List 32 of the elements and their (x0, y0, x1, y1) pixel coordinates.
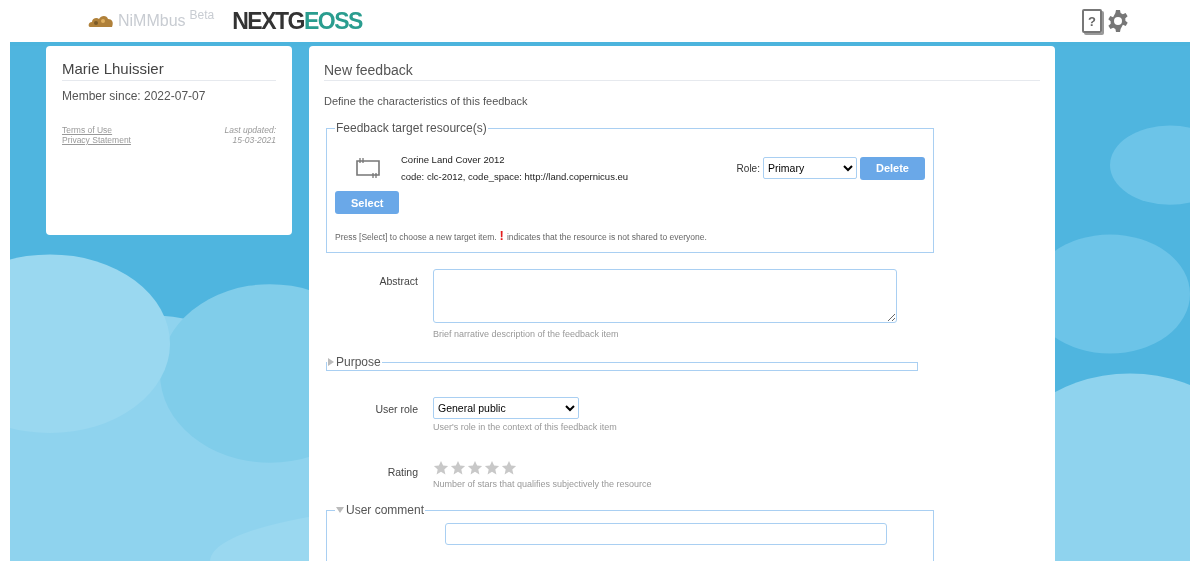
user-role-help: User's role in the context of this feedback item (433, 422, 618, 432)
note-text: Press [Select] to choose a new target item. (335, 232, 497, 242)
fieldset-legend[interactable]: Purpose (336, 355, 381, 369)
cloud-logo-icon (88, 14, 114, 28)
user-role-select[interactable]: General public (433, 397, 579, 419)
fieldset-legend[interactable]: User comment (346, 503, 425, 517)
role-select[interactable]: Primary (762, 157, 857, 179)
resource-icon (353, 157, 383, 179)
form-title: New feedback (324, 62, 1040, 81)
abstract-help: Brief narrative description of the feedback item (433, 329, 620, 339)
last-updated-date: 15-03-2021 (232, 135, 276, 145)
user-role-label: User role (374, 402, 418, 415)
rating-help: Number of stars that qualifies subjectively the resource (433, 479, 653, 489)
settings-icon[interactable] (1106, 9, 1130, 33)
expanded-triangle-icon[interactable] (336, 507, 344, 513)
comment-field[interactable] (445, 523, 887, 545)
user-name: Marie Lhuissier (62, 60, 276, 81)
form-subtitle: Define the characteristics of this feedback (324, 95, 529, 107)
rating-label: Rating (386, 465, 418, 478)
resource-code: code: clc-2012, code_space: http://land.copernicus.eu (401, 171, 629, 182)
warning-mark: ! (499, 230, 504, 242)
last-updated-label: Last updated: (224, 125, 276, 135)
help-icon[interactable]: ? (1082, 9, 1102, 33)
fieldset-legend: Feedback target resource(s) (336, 121, 487, 135)
collapsed-triangle-icon[interactable] (328, 358, 334, 366)
role-label: Role: (736, 162, 760, 174)
member-since: Member since: 2022-07-07 (62, 89, 207, 103)
resource-title: Corine Land Cover 2012 (401, 154, 505, 165)
abstract-field[interactable] (433, 269, 897, 323)
partner-logo: NEXTGEOSS (232, 7, 362, 35)
abstract-label: Abstract (378, 274, 418, 287)
note-text: indicates that the resource is not shared to everyone. (506, 232, 707, 242)
